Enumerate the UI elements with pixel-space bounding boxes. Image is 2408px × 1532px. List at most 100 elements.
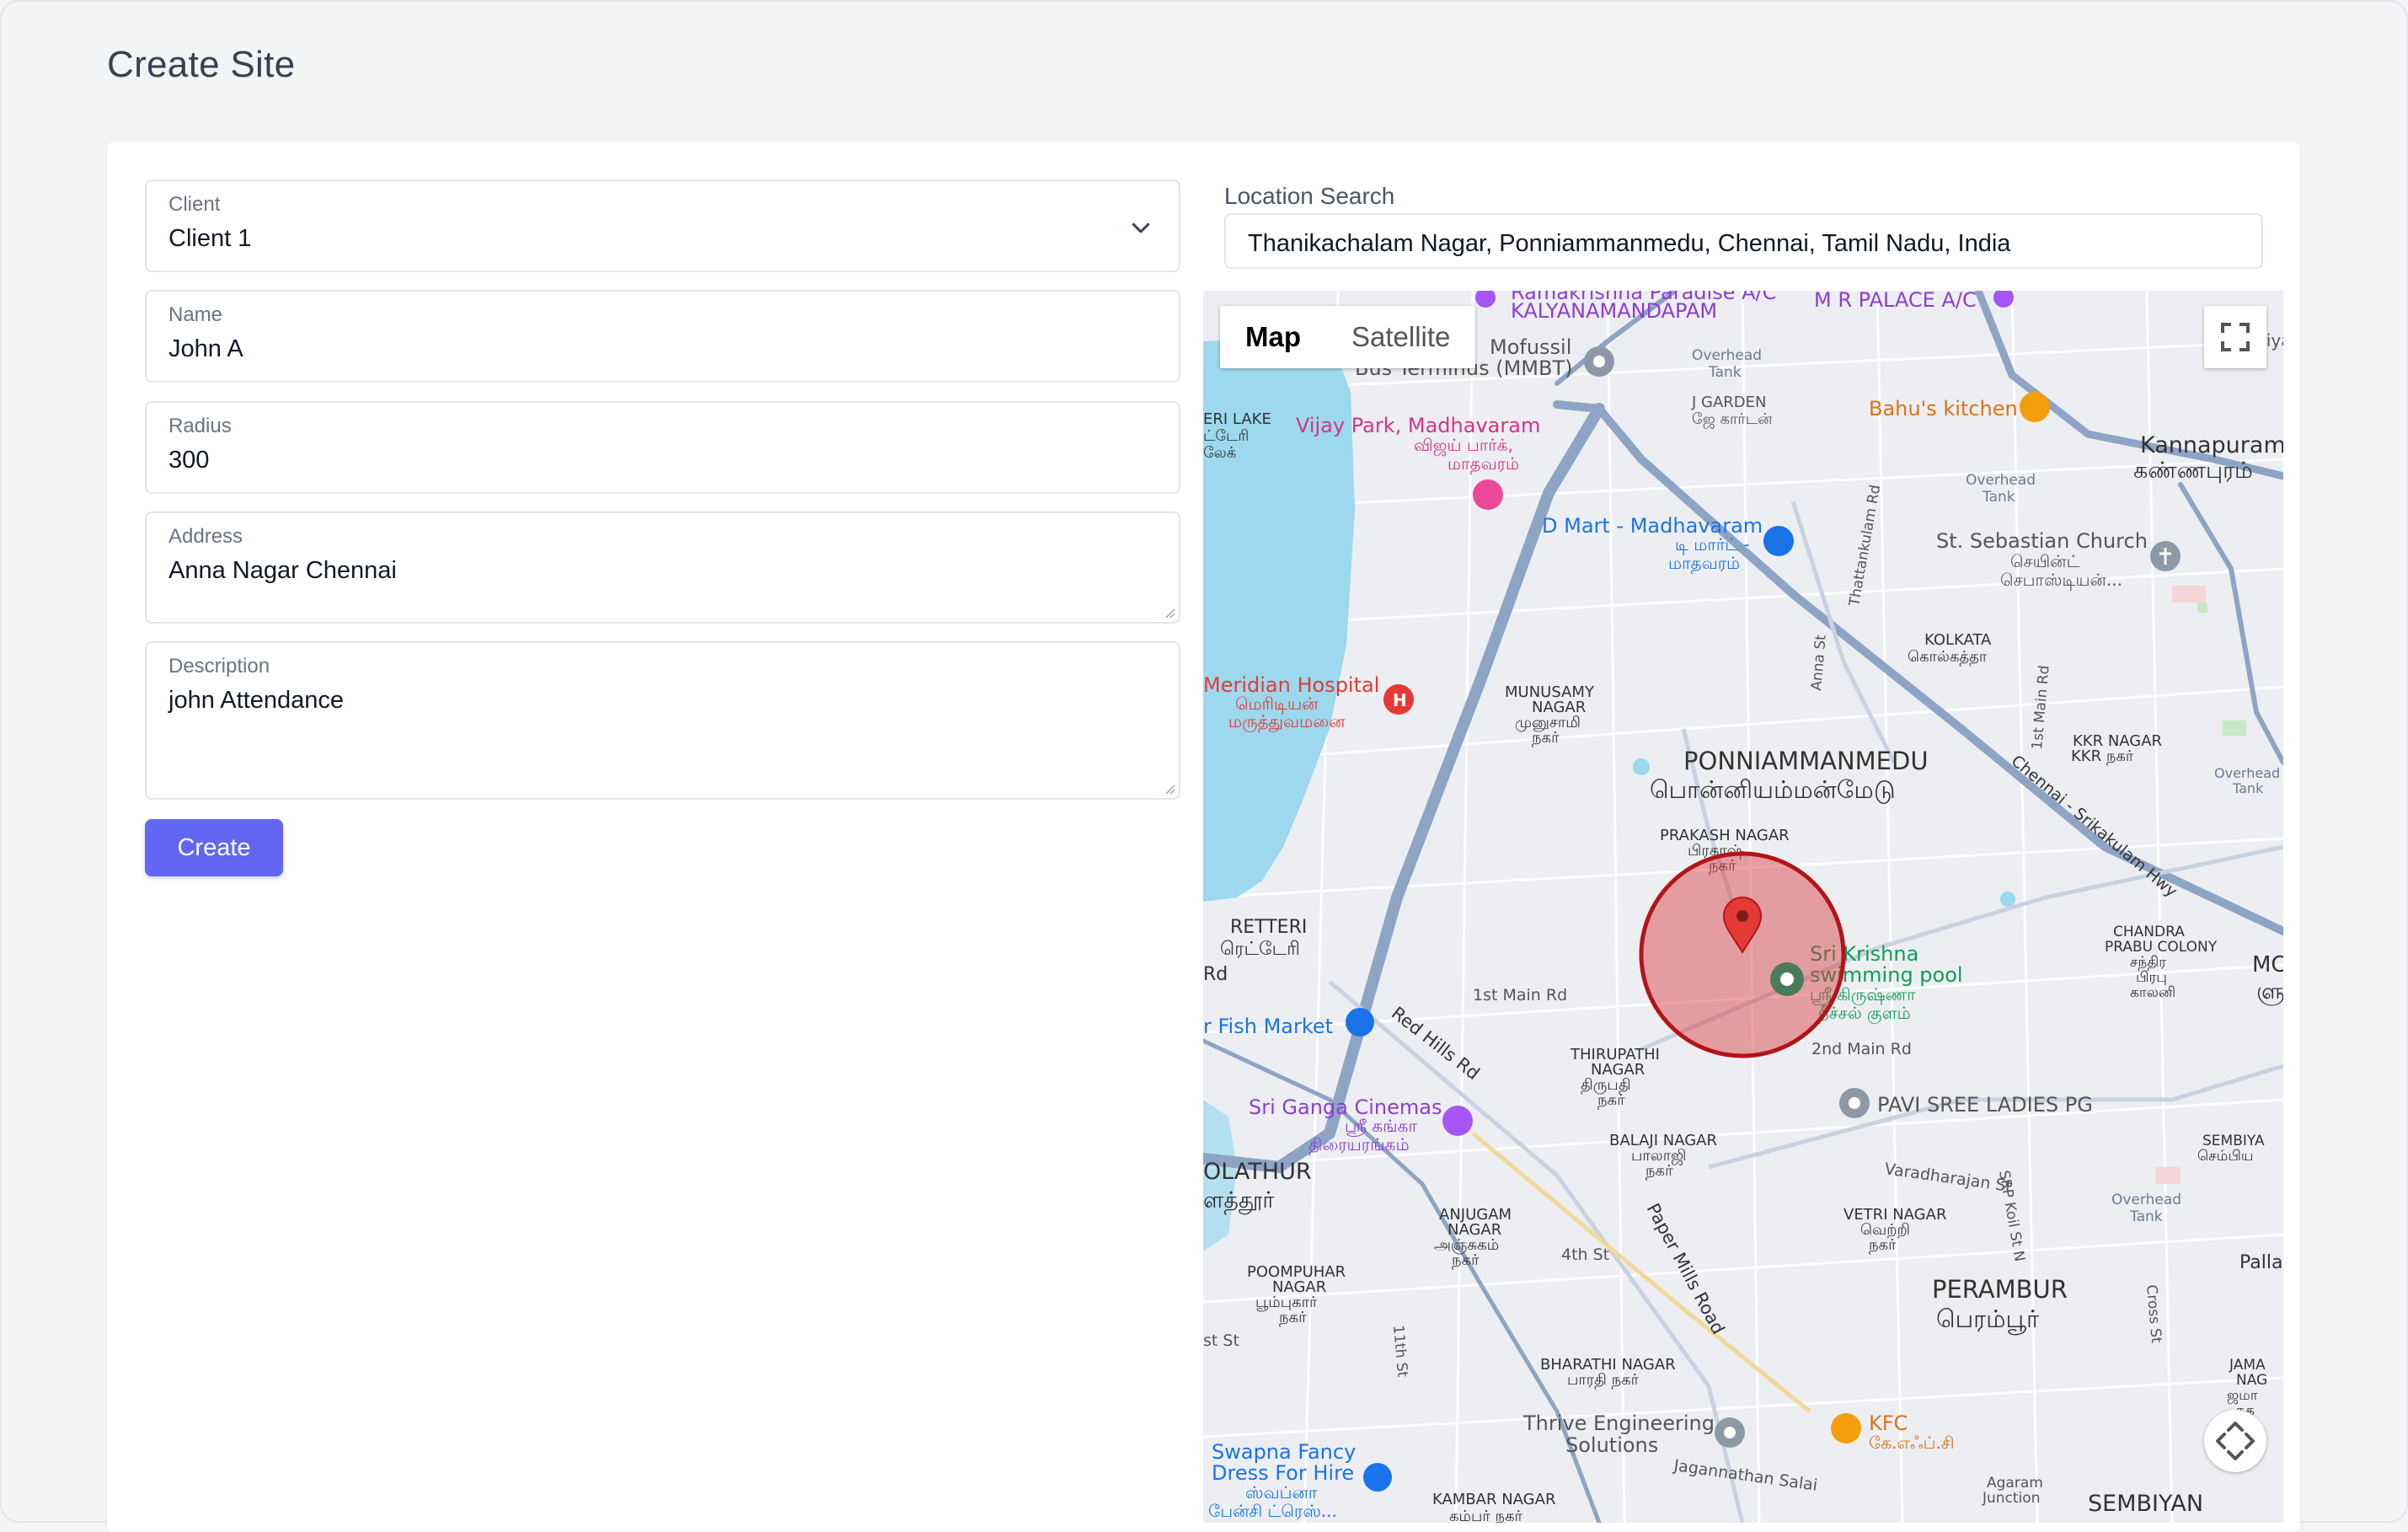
name-label: Name (169, 303, 223, 326)
map-label: SEMBIYA (2202, 1133, 2265, 1149)
poi-pin[interactable]: H (1383, 684, 1414, 715)
poi-pin[interactable] (1442, 1106, 1473, 1136)
map-label: கம்பர் நகர் (1449, 1508, 1523, 1523)
map-label: Bahu's kitchen (1869, 397, 2018, 420)
map-label: பேன்சி ட்ரெஸ்... (1208, 1501, 1337, 1521)
poi-pin[interactable] (2020, 392, 2050, 422)
map-label: Tank (1708, 364, 1742, 381)
create-button[interactable]: Create (145, 819, 283, 876)
map-label: KKR நகர் (2071, 747, 2134, 766)
poi-pin[interactable] (1473, 479, 1503, 510)
map-label: லேக் (1203, 444, 1236, 462)
poi-pin[interactable] (1584, 346, 1614, 377)
map-label: CHANDRA (2113, 924, 2185, 940)
map-label: Overhead (2214, 765, 2280, 781)
map-label: சந்திர (2130, 954, 2166, 971)
poi-pin[interactable] (1763, 526, 1794, 556)
map-label: Mofussil (1490, 335, 1571, 359)
map-label: 4th St (1561, 1245, 1609, 1264)
map-label: பிரபு (2136, 969, 2167, 986)
map-label: Tank (1982, 489, 2015, 506)
map-type-map-button[interactable]: Map (1220, 306, 1326, 368)
map-label: மாதவரம் (1668, 553, 1740, 574)
map-label: செயின்ட் (2010, 551, 2080, 571)
map-label: ளத்தூர் (1203, 1187, 1275, 1215)
sri-krishna-pin[interactable] (1770, 962, 1804, 996)
map-label: KALYANAMANDAPAM (1511, 299, 1717, 323)
description-field[interactable]: Description john Attendance (145, 641, 1180, 800)
map-label: ட்டேரி (1203, 427, 1249, 445)
poi-pin[interactable] (1831, 1413, 1861, 1444)
map-label: Kannapuram (2140, 432, 2283, 458)
map-label: ரெட்டேரி (1220, 939, 1300, 960)
map-canvas[interactable]: Ramakrishna Paradise A/C KALYANAMANDAPAM… (1203, 291, 2283, 1523)
map-label: KFC (1869, 1411, 1908, 1435)
radius-circle (1639, 851, 1846, 1058)
map-label: நகர் (1597, 1091, 1625, 1110)
map-view[interactable]: Ramakrishna Paradise A/C KALYANAMANDAPAM… (1203, 291, 2283, 1523)
map-label: Dress For Hire (1212, 1461, 1354, 1485)
map-label: PONNIAMMANMEDU (1683, 747, 1929, 775)
map-label: Solutions (1565, 1433, 1658, 1457)
map-label: நகர் (1279, 1309, 1307, 1327)
fullscreen-button[interactable] (2204, 306, 2266, 368)
client-select[interactable]: Client Client 1 (145, 179, 1180, 272)
map-label: Overhead (1966, 472, 2036, 489)
map-label: ஸ்வப்னா (1245, 1482, 1318, 1503)
poi-pin[interactable] (1363, 1463, 1392, 1492)
map-type-toggle: Map Satellite (1220, 306, 1476, 368)
map-label: Junction (1982, 1490, 2040, 1507)
pan-arrows-icon (2216, 1422, 2255, 1460)
map-label: Swapna Fancy (1212, 1440, 1356, 1464)
name-field[interactable]: Name John A (145, 290, 1180, 383)
map-label: SEMBIYAN (2088, 1491, 2203, 1517)
map-label: நகர் (1645, 1162, 1673, 1181)
name-value: John A (169, 335, 243, 362)
address-value: Anna Nagar Chennai (169, 557, 397, 584)
svg-text:H: H (1393, 690, 1407, 710)
poi-pin[interactable] (1715, 1417, 1745, 1448)
map-label: கொல்கத்தா (1908, 648, 1988, 667)
map-label: St. Sebastian Church (1936, 529, 2148, 553)
map-label: Vijay Park, Madhavaram (1296, 414, 1540, 437)
map-label: PERAMBUR (1932, 1275, 2068, 1304)
map-label: ளு (2256, 979, 2283, 1005)
map-label: Tank (2129, 1208, 2163, 1225)
map-label: காலனி (2130, 984, 2175, 1001)
map-label: மாதவரம் (1447, 453, 1519, 474)
map-label: J GARDEN (1691, 394, 1767, 411)
map-label: பாரதி நகர் (1567, 1371, 1640, 1390)
radius-value: 300 (169, 447, 210, 474)
map-label: Thrive Engineering (1522, 1411, 1715, 1435)
map-label: JAMA (2229, 1357, 2266, 1374)
map-type-satellite-button[interactable]: Satellite (1326, 306, 1475, 368)
map-label: Overhead (2111, 1192, 2181, 1208)
map-pan-control[interactable] (2204, 1410, 2266, 1472)
resize-handle-icon[interactable] (1162, 781, 1175, 795)
poi-pin[interactable] (1346, 1008, 1374, 1037)
map-label: பொன்னியம்மன்மேடு (1650, 775, 1896, 804)
map-label: OLATHUR (1203, 1159, 1312, 1185)
resize-handle-icon[interactable] (1162, 605, 1175, 619)
map-label: செம்பிய (2197, 1148, 2253, 1165)
map-label: st St (1203, 1331, 1239, 1350)
map-label: கே.எஃப்.சி (1869, 1433, 1955, 1453)
poi-pin[interactable] (1839, 1088, 1870, 1118)
map-label: நகர் (1869, 1236, 1897, 1255)
map-label: Rd (1203, 964, 1228, 985)
page-title: Create Site (107, 44, 296, 85)
location-search-input[interactable]: Thanikachalam Nagar, Ponniammanmedu, Che… (1224, 213, 2263, 269)
address-field[interactable]: Address Anna Nagar Chennai (145, 512, 1180, 624)
client-label: Client (169, 193, 221, 216)
map-label: கண்ணபுரம் (2133, 458, 2253, 484)
map-label: பெரம்பூர் (1936, 1304, 2039, 1335)
poi-pin[interactable] (2150, 541, 2181, 571)
radius-field[interactable]: Radius 300 (145, 401, 1180, 494)
map-label: Palla (2239, 1252, 2282, 1273)
map-label: ஜே கார்டன் (1692, 410, 1773, 429)
map-label: செபாஸ்டியன்... (2000, 570, 2122, 591)
chevron-down-icon (1132, 222, 1150, 233)
description-label: Description (169, 655, 270, 678)
map-label: r Fish Market (1203, 1015, 1333, 1038)
radius-label: Radius (169, 415, 232, 437)
